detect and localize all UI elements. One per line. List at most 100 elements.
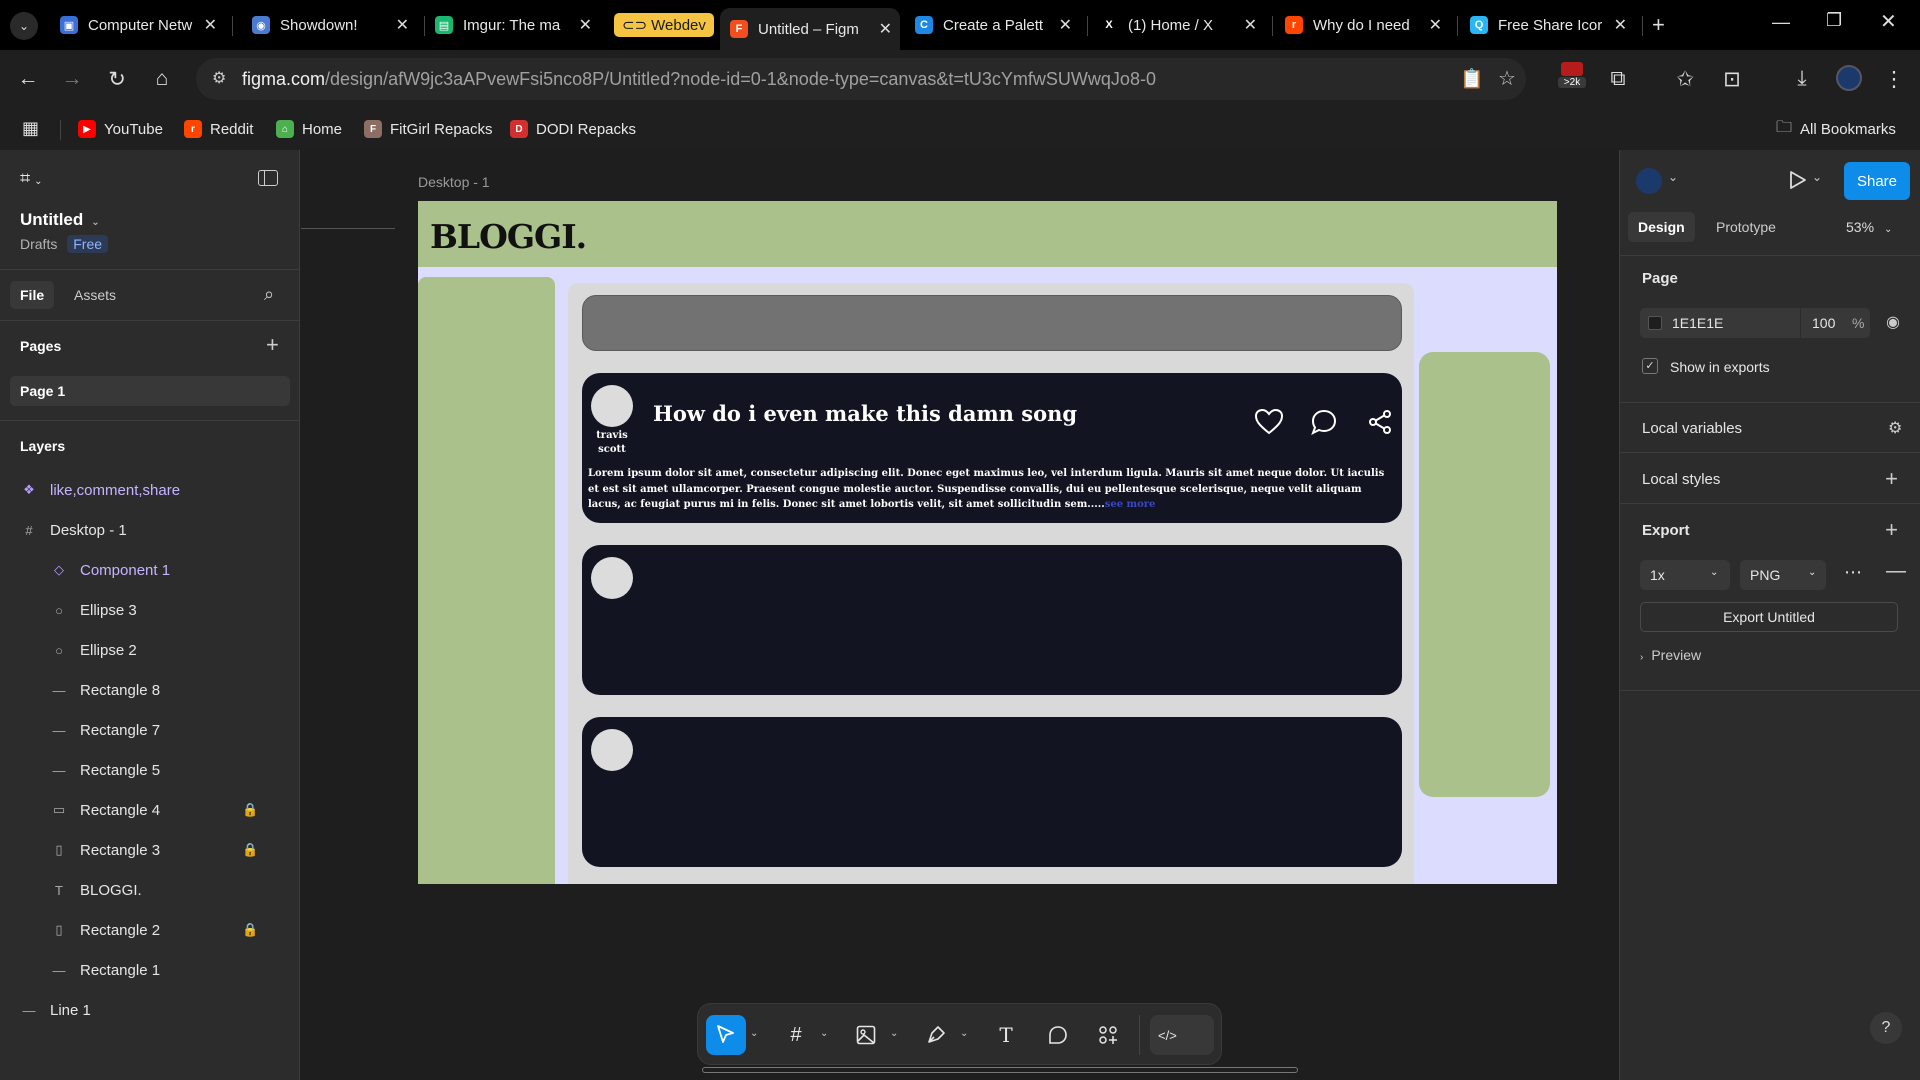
browser-tab[interactable]: ◉ Showdown! ✕ xyxy=(242,8,417,42)
avatar[interactable] xyxy=(591,729,633,771)
post-card[interactable] xyxy=(582,545,1402,695)
chevron-down-icon[interactable]: ⌄ xyxy=(1812,170,1822,184)
toggle-ui-icon[interactable] xyxy=(258,170,278,186)
forward-button[interactable]: → xyxy=(58,65,86,93)
layer-row[interactable]: — Rectangle 7 xyxy=(0,711,300,749)
move-tool-button[interactable] xyxy=(706,1015,746,1055)
tab-assets[interactable]: Assets xyxy=(74,287,116,303)
add-style-button[interactable]: + xyxy=(1885,468,1898,490)
variables-settings-icon[interactable]: ⚙ xyxy=(1888,418,1902,438)
page-item[interactable]: Page 1 xyxy=(10,376,290,406)
dev-mode-toggle[interactable]: </> xyxy=(1150,1015,1214,1055)
color-swatch[interactable] xyxy=(1648,316,1662,330)
text-tool-button[interactable]: T xyxy=(986,1015,1026,1055)
lock-icon[interactable]: 🔒 xyxy=(242,842,258,858)
new-tab-button[interactable]: + xyxy=(1652,12,1665,38)
screenshot-icon[interactable]: ⊡ xyxy=(1718,65,1746,93)
user-avatar[interactable] xyxy=(1636,168,1662,194)
url-field[interactable]: ⚙ figma.com/design/afW9jc3aAPvewFsi5nco8… xyxy=(196,58,1526,100)
page-color-field[interactable]: 1E1E1E 100 % xyxy=(1640,308,1870,338)
logo-text[interactable]: BLOGGI. xyxy=(430,217,587,256)
browser-menu-icon[interactable]: ⋮ xyxy=(1880,65,1908,93)
present-play-icon[interactable] xyxy=(1789,170,1807,190)
horizontal-scrollbar[interactable] xyxy=(702,1067,1298,1073)
post-card[interactable]: travis scott How do i even make this dam… xyxy=(582,373,1402,523)
image-tool-button[interactable] xyxy=(846,1015,886,1055)
layer-row[interactable]: T BLOGGI. xyxy=(0,871,300,909)
profile-avatar[interactable] xyxy=(1836,65,1862,91)
eye-icon[interactable]: ◉ xyxy=(1886,312,1900,332)
browser-tab[interactable]: ▣ Computer Netw ✕ xyxy=(50,8,225,42)
close-tab-icon[interactable]: ✕ xyxy=(396,15,409,35)
bookmark-item[interactable]: r Reddit xyxy=(184,118,253,140)
tab-design[interactable]: Design xyxy=(1628,212,1695,242)
figma-menu-button[interactable]: ⌗ ⌄ xyxy=(20,168,43,189)
preview-toggle[interactable]: › Preview xyxy=(1640,647,1701,663)
browser-tab[interactable]: Q Free Share Icor ✕ xyxy=(1460,8,1635,42)
layer-row[interactable]: — Rectangle 1 xyxy=(0,951,300,989)
close-tab-icon[interactable]: ✕ xyxy=(1244,15,1257,35)
frame-tool-button[interactable]: # xyxy=(776,1015,816,1055)
chevron-down-icon[interactable]: ⌄ xyxy=(890,1028,898,1039)
show-in-exports-checkbox[interactable]: ✓ xyxy=(1642,358,1658,374)
bookmark-item[interactable]: ▶ YouTube xyxy=(78,118,163,140)
close-tab-icon[interactable]: ✕ xyxy=(579,15,592,35)
favorites-icon[interactable]: ✩ xyxy=(1671,65,1699,93)
remove-export-button[interactable]: — xyxy=(1886,560,1906,583)
chevron-down-icon[interactable]: ⌄ xyxy=(1668,170,1678,184)
lock-icon[interactable]: 🔒 xyxy=(242,802,258,818)
layer-row[interactable]: # Desktop - 1 xyxy=(0,511,300,549)
desktop-frame[interactable]: BLOGGI. travis scott How do i even make … xyxy=(418,201,1557,884)
extension-icon[interactable]: >2k xyxy=(1558,62,1586,92)
export-scale-select[interactable]: 1x ⌄ xyxy=(1640,560,1730,590)
share-button[interactable]: Share xyxy=(1844,162,1910,200)
file-name[interactable]: Untitled ⌄ xyxy=(20,210,100,230)
bookmark-item[interactable]: ⌂ Home xyxy=(276,118,342,140)
browser-tab[interactable]: F Untitled – Figm ✕ xyxy=(720,8,900,50)
design-canvas[interactable]: Desktop - 1 BLOGGI. travis scott How do … xyxy=(301,150,1619,1080)
close-window-button[interactable]: ✕ xyxy=(1880,9,1897,34)
chevron-down-icon[interactable]: ⌄ xyxy=(750,1028,758,1039)
frame-label[interactable]: Desktop - 1 xyxy=(418,174,490,190)
comment-icon[interactable] xyxy=(1311,409,1337,435)
add-page-button[interactable]: + xyxy=(266,332,279,358)
minimize-button[interactable]: — xyxy=(1772,12,1790,33)
add-export-button[interactable]: + xyxy=(1885,519,1898,541)
share-icon[interactable] xyxy=(1368,410,1392,434)
close-tab-icon[interactable]: ✕ xyxy=(1614,15,1627,35)
layer-row[interactable]: ◇ Component 1 xyxy=(0,551,300,589)
right-sidebar[interactable] xyxy=(1419,352,1550,797)
apps-grid-icon[interactable]: ▦ xyxy=(22,118,39,139)
layer-row[interactable]: ○ Ellipse 2 xyxy=(0,631,300,669)
layer-row[interactable]: — Line 1 xyxy=(0,991,300,1029)
lock-icon[interactable]: 🔒 xyxy=(242,922,258,938)
help-button[interactable]: ? xyxy=(1870,1012,1902,1044)
home-button[interactable]: ⌂ xyxy=(148,65,176,93)
browser-tab[interactable]: C Create a Palett ✕ xyxy=(905,8,1080,42)
avatar[interactable] xyxy=(591,557,633,599)
clipboard-icon[interactable]: 📋 xyxy=(1460,67,1484,91)
restore-button[interactable]: ❐ xyxy=(1826,10,1842,31)
tab-file[interactable]: File xyxy=(10,281,55,309)
bookmark-item[interactable]: D DODI Repacks xyxy=(510,118,636,140)
comment-tool-button[interactable] xyxy=(1038,1015,1078,1055)
reload-button[interactable]: ↻ xyxy=(103,65,131,93)
download-icon[interactable]: ⤓ xyxy=(1788,65,1816,93)
avatar[interactable] xyxy=(591,385,633,427)
close-tab-icon[interactable]: ✕ xyxy=(1429,15,1442,35)
more-options-icon[interactable]: ⋯ xyxy=(1844,562,1862,583)
layer-row[interactable]: ▭ Rectangle 4 🔒 xyxy=(0,791,300,829)
bookmark-star-icon[interactable]: ☆ xyxy=(1498,66,1516,91)
browser-tab[interactable]: ▤ Imgur: The ma ✕ xyxy=(425,8,600,42)
tab-prototype[interactable]: Prototype xyxy=(1716,219,1776,235)
browser-tab[interactable]: r Why do I need ✕ xyxy=(1275,8,1450,42)
tab-group-webdev[interactable]: ⊂⊃ Webdev xyxy=(614,13,714,37)
export-button[interactable]: Export Untitled xyxy=(1640,602,1898,632)
actions-tool-button[interactable] xyxy=(1088,1015,1128,1055)
layer-row[interactable]: ○ Ellipse 3 xyxy=(0,591,300,629)
local-variables[interactable]: Local variables xyxy=(1642,420,1742,437)
layer-row[interactable]: ▯ Rectangle 3 🔒 xyxy=(0,831,300,869)
search-icon[interactable]: ⌕ xyxy=(264,284,274,305)
all-bookmarks-button[interactable]: 🗀 All Bookmarks xyxy=(1776,118,1896,140)
zoom-dropdown[interactable]: 53% ⌄ xyxy=(1846,219,1892,235)
